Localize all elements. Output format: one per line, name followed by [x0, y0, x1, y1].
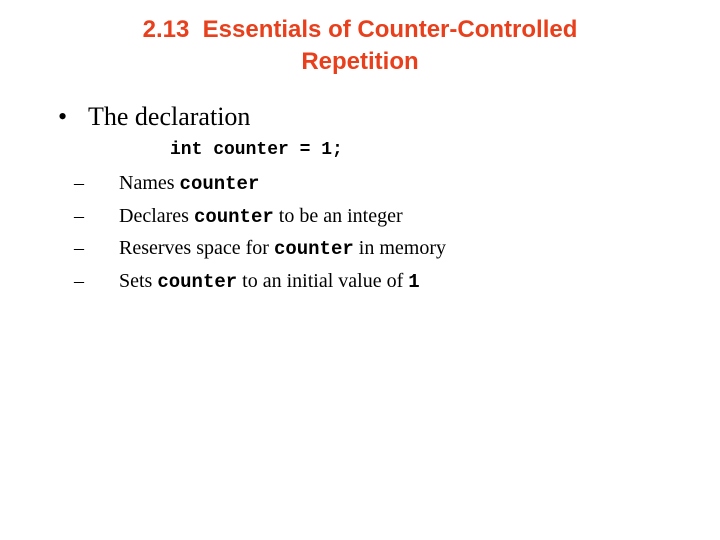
sub-text: Reserves space for: [119, 237, 274, 259]
dash-marker: –: [74, 204, 84, 227]
slide-title-line-1: 2.13 Essentials of Counter-Controlled: [142, 16, 578, 43]
sub-code: counter: [273, 238, 354, 260]
sub-bullet-item: – Declares counter to be an integer: [74, 201, 446, 234]
sub-bullet-item: – Reserves space for counter in memory: [74, 233, 446, 266]
dash-marker: –: [74, 237, 84, 259]
sub-code: counter: [179, 173, 260, 195]
dash-marker: –: [74, 269, 84, 292]
sub-text: Sets: [119, 269, 158, 292]
sub-bullet-list: – Names counter – Declares counter to be a…: [74, 168, 446, 298]
sub-code-value: 1: [408, 270, 420, 293]
sub-code: counter: [193, 205, 274, 228]
sub-code: counter: [157, 270, 238, 293]
bullet-text: The declaration: [88, 102, 251, 131]
sub-text: Declares: [119, 204, 194, 227]
sub-text: Names: [119, 172, 180, 194]
slide-title-line-2: Repetition: [301, 48, 419, 75]
slide-title: 2.13 Essentials of Counter-Controlled Re…: [0, 14, 720, 78]
dash-marker: –: [74, 172, 84, 194]
bullet-marker: •: [58, 102, 68, 131]
sub-text-after: to an initial value of: [237, 269, 409, 292]
code-declaration: int counter = 1;: [170, 140, 343, 160]
bullet-item: • The declaration: [58, 102, 250, 132]
sub-text-after: to be an integer: [273, 204, 403, 227]
sub-bullet-item: – Sets counter to an initial value of 1: [74, 266, 446, 299]
sub-bullet-item: – Names counter: [74, 168, 446, 201]
sub-text-after: in memory: [353, 237, 446, 259]
